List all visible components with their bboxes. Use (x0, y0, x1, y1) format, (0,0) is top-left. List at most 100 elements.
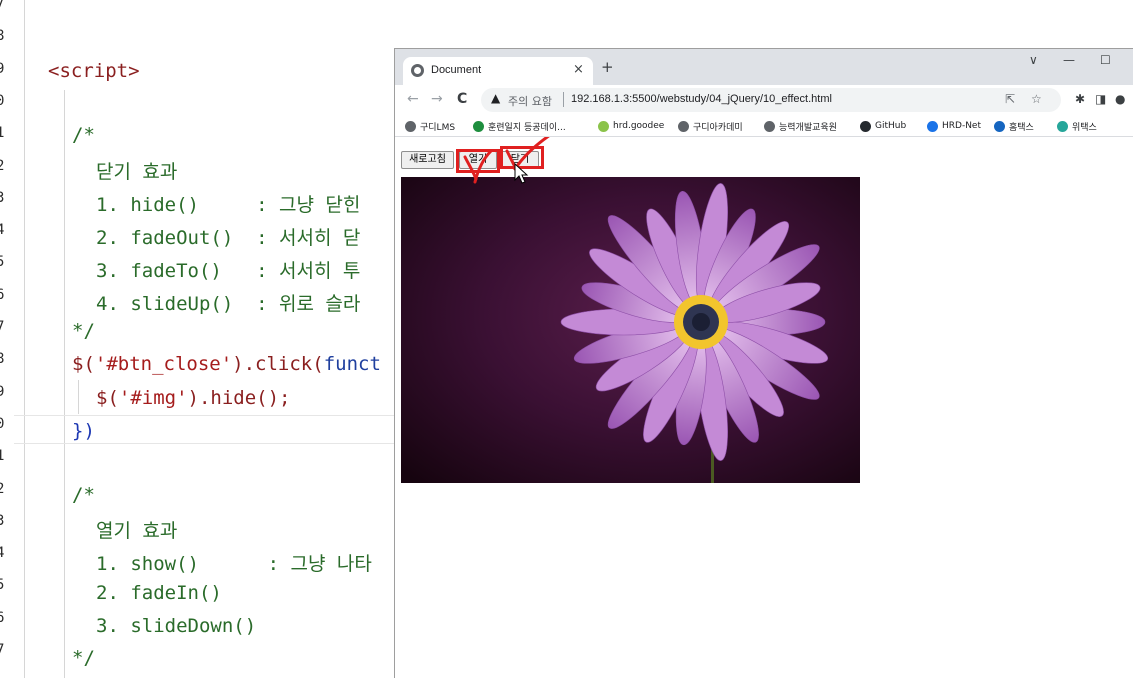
line-number: 0 (0, 415, 5, 432)
extensions-icon[interactable]: ✱ (1075, 92, 1085, 106)
code-line: 2. fadeIn() (96, 582, 222, 604)
bookmark-favicon-icon (927, 120, 938, 132)
line-number: 6 (0, 609, 5, 626)
code-line: 3. fadeTo() : 서서히 투 (96, 260, 361, 282)
flower-image (401, 177, 860, 483)
tab-document[interactable]: Document × (403, 57, 593, 85)
url-text[interactable]: 192.168.1.3:5500/webstudy/04_jQuery/10_e… (571, 93, 832, 105)
line-number: 8 (0, 28, 5, 45)
bookmark-item[interactable]: HRD-Net (927, 118, 981, 134)
bookmark-item[interactable]: 홈택스 (994, 118, 1034, 134)
line-number-gutter: 7 8 9 0 1 2 3 4 5 6 7 8 9 0 1 2 3 4 5 6 7 (0, 0, 14, 678)
bookmark-label: 구디LMS (420, 122, 456, 133)
line-number: 9 (0, 383, 5, 400)
bookmark-label: 훈련일지 등공데이... (488, 122, 566, 133)
bookmark-favicon-icon (994, 120, 1005, 132)
page-viewport: 새로고침 열기 닫기 (395, 137, 1133, 678)
reload-button[interactable]: C (457, 91, 467, 107)
indent-guide (78, 380, 79, 414)
bookmark-label: GitHub (875, 121, 907, 131)
code-line: */ (72, 647, 95, 669)
line-number: 7 (0, 642, 5, 658)
code-line: <script> (48, 60, 140, 82)
bookmark-star-icon[interactable]: ☆ (1031, 92, 1042, 106)
side-panel-icon[interactable]: ◨ (1095, 92, 1106, 106)
code-line: 1. show() : 그냥 나타 (96, 553, 372, 575)
warning-icon: ▲ (491, 91, 501, 105)
line-number: 9 (0, 60, 5, 77)
code-line: 2. fadeOut() : 서서히 닫 (96, 227, 361, 249)
bookmark-item[interactable]: 구디LMS (405, 118, 455, 134)
line-number: 4 (0, 545, 5, 562)
globe-icon (411, 64, 424, 77)
bookmark-item[interactable]: 훈련일지 등공데이... (473, 118, 566, 134)
line-number: 2 (0, 157, 5, 174)
bookmark-label: 능력개발교육원 (779, 122, 837, 133)
bookmark-favicon-icon (473, 120, 484, 132)
indent-guide (64, 90, 65, 678)
indent-guide (24, 0, 25, 678)
mouse-cursor-icon (514, 163, 529, 184)
bookmark-item[interactable]: 구디아카데미 (678, 118, 743, 134)
security-warning[interactable]: 주의 요함 (508, 93, 552, 109)
line-number: 2 (0, 480, 5, 497)
forward-button[interactable]: → (431, 91, 443, 107)
line-number: 1 (0, 448, 5, 465)
bookmark-favicon-icon (678, 120, 689, 132)
bookmark-label: HRD-Net (942, 121, 981, 131)
code-line: }) (72, 420, 95, 442)
bookmark-label: 홈택스 (1009, 122, 1034, 133)
tab-search-button[interactable]: ∨ (1029, 53, 1038, 67)
bookmark-label: 구디아카데미 (693, 122, 743, 133)
tab-title: Document (431, 64, 482, 76)
refresh-button[interactable]: 새로고침 (401, 151, 454, 169)
line-number: 7 (0, 0, 5, 12)
bookmark-item[interactable]: hrd.goodee (598, 118, 664, 134)
url-separator (563, 92, 564, 107)
code-line: 닫기 효과 (96, 161, 178, 183)
minimize-button[interactable]: — (1063, 53, 1075, 67)
current-line-highlight (14, 415, 394, 444)
tab-strip: Document × + ∨ — ☐ (395, 49, 1133, 85)
line-number: 0 (0, 92, 5, 109)
bookmark-item[interactable]: 능력개발교육원 (764, 118, 837, 134)
bookmark-label: hrd.goodee (613, 121, 665, 131)
line-number: 5 (0, 577, 5, 594)
share-icon[interactable]: ⇱ (1005, 92, 1015, 106)
address-bar[interactable]: ▲ 주의 요함 192.168.1.3:5500/webstudy/04_jQu… (481, 88, 1061, 112)
bookmark-favicon-icon (598, 120, 609, 132)
code-line: $('#btn_close').click(funct (72, 353, 381, 375)
line-number: 3 (0, 512, 5, 529)
back-button[interactable]: ← (407, 91, 419, 107)
bookmarks-bar: 구디LMS 훈련일지 등공데이... hrd.goodee 구디아카데미 능력개발교육원… (395, 115, 1133, 137)
code-line: 열기 효과 (96, 520, 178, 542)
code-line: /* (72, 124, 95, 146)
code-line: $('#img').hide(); (96, 387, 291, 409)
bookmark-favicon-icon (1057, 120, 1068, 132)
bookmark-item[interactable]: 위택스 (1057, 118, 1097, 134)
maximize-button[interactable]: ☐ (1100, 53, 1111, 67)
close-tab-button[interactable]: × (573, 62, 584, 77)
code-line: /* (72, 484, 95, 506)
bookmark-label: 위택스 (1072, 122, 1097, 133)
code-line: 4. slideUp() : 위로 슬라 (96, 293, 361, 315)
profile-icon[interactable]: ● (1115, 92, 1125, 106)
new-tab-button[interactable]: + (601, 60, 614, 75)
bookmark-favicon-icon (860, 120, 871, 132)
browser-toolbar: ← → C ▲ 주의 요함 192.168.1.3:5500/webstudy/… (395, 85, 1133, 115)
line-number: 6 (0, 286, 5, 303)
line-number: 5 (0, 254, 5, 271)
code-line: 1. hide() : 그냥 닫힌 (96, 194, 361, 216)
bookmark-favicon-icon (405, 120, 416, 132)
browser-window: Document × + ∨ — ☐ ← → C ▲ 주의 요함 192.168… (394, 48, 1133, 678)
code-line: 3. slideDown() (96, 615, 257, 637)
line-number: 8 (0, 351, 5, 368)
line-number: 4 (0, 222, 5, 239)
bookmark-favicon-icon (764, 120, 775, 132)
bookmark-item[interactable]: GitHub (860, 118, 906, 134)
line-number: 1 (0, 125, 5, 142)
code-line: */ (72, 320, 95, 342)
red-highlight-open (456, 149, 500, 173)
line-number: 3 (0, 189, 5, 206)
line-number: 7 (0, 319, 5, 335)
